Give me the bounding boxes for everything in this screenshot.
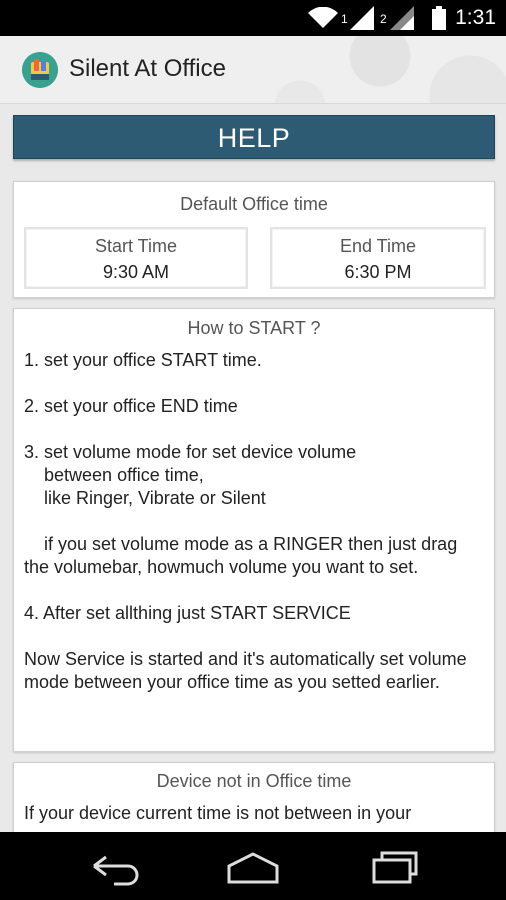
step-2: 2. set your office END time bbox=[24, 396, 238, 416]
status-time: 1:31 bbox=[455, 6, 496, 29]
app-logo-icon[interactable] bbox=[22, 52, 58, 88]
office-time-title: Default Office time bbox=[180, 194, 328, 214]
sim2-label: 2 bbox=[380, 12, 387, 26]
sim1-label: 1 bbox=[341, 12, 348, 26]
start-time-value: 9:30 AM bbox=[102, 262, 170, 282]
wifi-icon bbox=[308, 7, 338, 28]
start-time-label: Start Time bbox=[94, 236, 178, 256]
app-title: Silent At Office bbox=[69, 55, 226, 82]
app-bar: Silent At Office bbox=[0, 36, 506, 104]
signal-sim2-icon bbox=[390, 6, 414, 30]
battery-icon bbox=[432, 6, 446, 30]
service-summary: Now Service is started and it's automati… bbox=[24, 649, 472, 692]
office-time-card: Default Office time Start Time 9:30 AM E… bbox=[13, 181, 495, 298]
status-bar: 1 2 1:31 bbox=[0, 0, 506, 36]
end-time-value: 6:30 PM bbox=[344, 262, 412, 282]
start-time-button[interactable]: Start Time 9:30 AM bbox=[24, 227, 248, 289]
back-icon[interactable] bbox=[84, 846, 144, 886]
navigation-bar bbox=[0, 832, 506, 900]
ringer-note: if you set volume mode as a RINGER then … bbox=[24, 534, 463, 577]
instructions-text: 1. set your office START time. 2. set yo… bbox=[24, 349, 484, 694]
device-not-in-office-title: Device not in Office time bbox=[156, 771, 352, 791]
step-1: 1. set your office START time. bbox=[24, 350, 262, 370]
step-3: 3. set volume mode for set device volume… bbox=[24, 442, 357, 508]
home-icon[interactable] bbox=[223, 846, 283, 886]
recents-icon[interactable] bbox=[364, 846, 424, 886]
end-time-label: End Time bbox=[339, 236, 417, 256]
help-banner: HELP bbox=[13, 115, 495, 159]
step-4: 4. After set allthing just START SERVICE bbox=[24, 603, 351, 623]
how-to-start-card: How to START ? 1. set your office START … bbox=[13, 308, 495, 752]
device-not-in-office-text: If your device current time is not betwe… bbox=[24, 803, 412, 823]
signal-sim1-icon bbox=[350, 6, 374, 30]
how-to-start-title: How to START ? bbox=[187, 318, 321, 338]
end-time-button[interactable]: End Time 6:30 PM bbox=[270, 227, 486, 289]
